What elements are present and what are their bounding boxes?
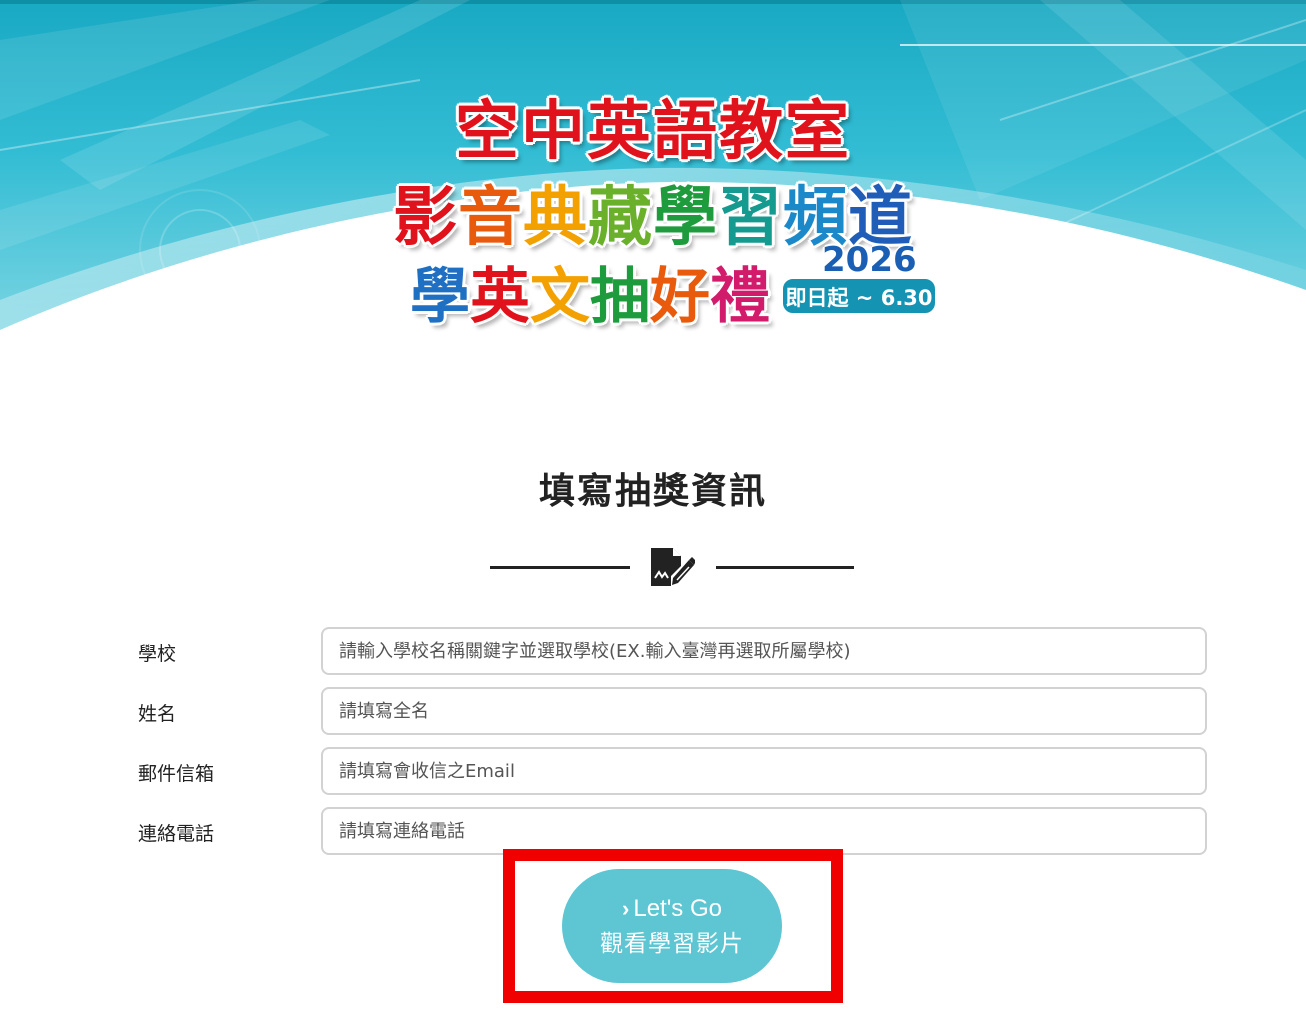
lets-go-line: › Let's Go xyxy=(622,892,722,926)
school-label: 學校 xyxy=(138,643,177,665)
banner-title-line1: 空中英語教室 xyxy=(455,95,851,169)
banner-char: 學 xyxy=(410,262,470,332)
banner-char: 抽 xyxy=(590,262,650,332)
lets-go-label: Let's Go xyxy=(633,895,722,922)
banner-char: 典 xyxy=(523,181,588,255)
banner-char: 好 xyxy=(650,262,710,332)
watch-video-label: 觀看學習影片 xyxy=(600,930,744,956)
campaign-banner: 空中英語教室 影音典藏學習頻道 學英文抽好禮 2026 即日起 ~ 6.30 xyxy=(0,0,1306,344)
banner-char: 英 xyxy=(470,262,530,332)
banner-char: 音 xyxy=(458,181,523,255)
banner-title-line2: 影音典藏學習頻道 xyxy=(0,166,1306,258)
banner-period-badge: 即日起 ~ 6.30 xyxy=(781,277,937,315)
title-divider-left xyxy=(490,566,630,569)
lets-go-button[interactable]: › Let's Go 觀看學習影片 xyxy=(562,869,782,983)
school-input[interactable] xyxy=(321,627,1207,675)
chevron-right-icon: › xyxy=(622,896,630,921)
form-row-email: 郵件信箱 xyxy=(0,747,1306,797)
phone-label: 連絡電話 xyxy=(138,823,215,845)
title-divider-right xyxy=(716,566,854,569)
phone-input[interactable] xyxy=(321,807,1207,855)
banner-char: 習 xyxy=(718,181,783,255)
banner-char: 影 xyxy=(393,181,458,255)
email-label: 郵件信箱 xyxy=(138,763,215,785)
banner-char: 文 xyxy=(530,262,590,332)
banner-char: 學 xyxy=(653,181,718,255)
document-signature-icon xyxy=(651,548,695,586)
section-title: 填寫抽獎資訊 xyxy=(538,471,767,512)
form-row-name: 姓名 xyxy=(0,687,1306,737)
name-label: 姓名 xyxy=(138,703,177,725)
banner-year: 2026 xyxy=(822,240,917,280)
banner-char: 禮 xyxy=(710,262,770,332)
page: 空中英語教室 影音典藏學習頻道 學英文抽好禮 2026 即日起 ~ 6.30 填… xyxy=(0,0,1306,1021)
banner-title-line3: 學英文抽好禮 xyxy=(410,248,770,335)
name-input[interactable] xyxy=(321,687,1207,735)
form-row-school: 學校 xyxy=(0,627,1306,677)
banner-char: 藏 xyxy=(588,181,653,255)
email-input[interactable] xyxy=(321,747,1207,795)
